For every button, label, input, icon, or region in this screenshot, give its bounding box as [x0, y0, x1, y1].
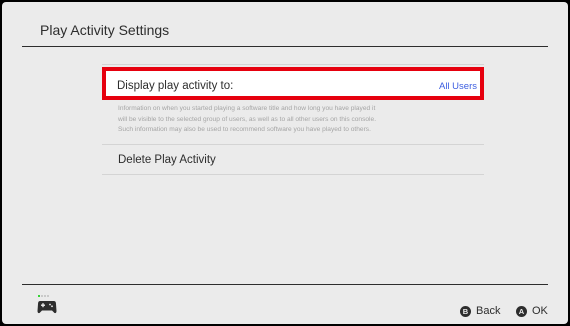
- display-play-activity-description: Information on when you started playing …: [118, 104, 478, 136]
- display-play-activity-label: Display play activity to:: [117, 80, 234, 92]
- ok-label: OK: [532, 305, 548, 317]
- delete-play-activity-row[interactable]: Delete Play Activity: [102, 145, 484, 174]
- ok-button[interactable]: A OK: [516, 304, 548, 318]
- display-play-activity-row[interactable]: Display play activity to: All Users: [102, 67, 484, 100]
- description-line: will be visible to the selected group of…: [118, 115, 377, 123]
- description-line: Such information may also be used to rec…: [118, 126, 371, 133]
- back-label: Back: [476, 305, 501, 317]
- header: Play Activity Settings: [22, 2, 548, 47]
- b-button-icon: B: [460, 305, 471, 317]
- divider: [102, 64, 484, 65]
- a-button-icon: A: [516, 305, 527, 317]
- settings-screen: Play Activity Settings Display play acti…: [2, 2, 568, 324]
- display-play-activity-value: All Users: [438, 81, 477, 92]
- footer: B Back A OK: [22, 284, 548, 324]
- divider: [102, 173, 484, 175]
- back-button[interactable]: B Back: [460, 304, 500, 318]
- controller-icon: [37, 295, 57, 315]
- delete-play-activity-label: Delete Play Activity: [118, 153, 216, 166]
- page-title: Play Activity Settings: [40, 22, 170, 38]
- description-line: Information on when you started playing …: [118, 105, 376, 112]
- settings-list: Display play activity to: All Users Info…: [102, 64, 484, 175]
